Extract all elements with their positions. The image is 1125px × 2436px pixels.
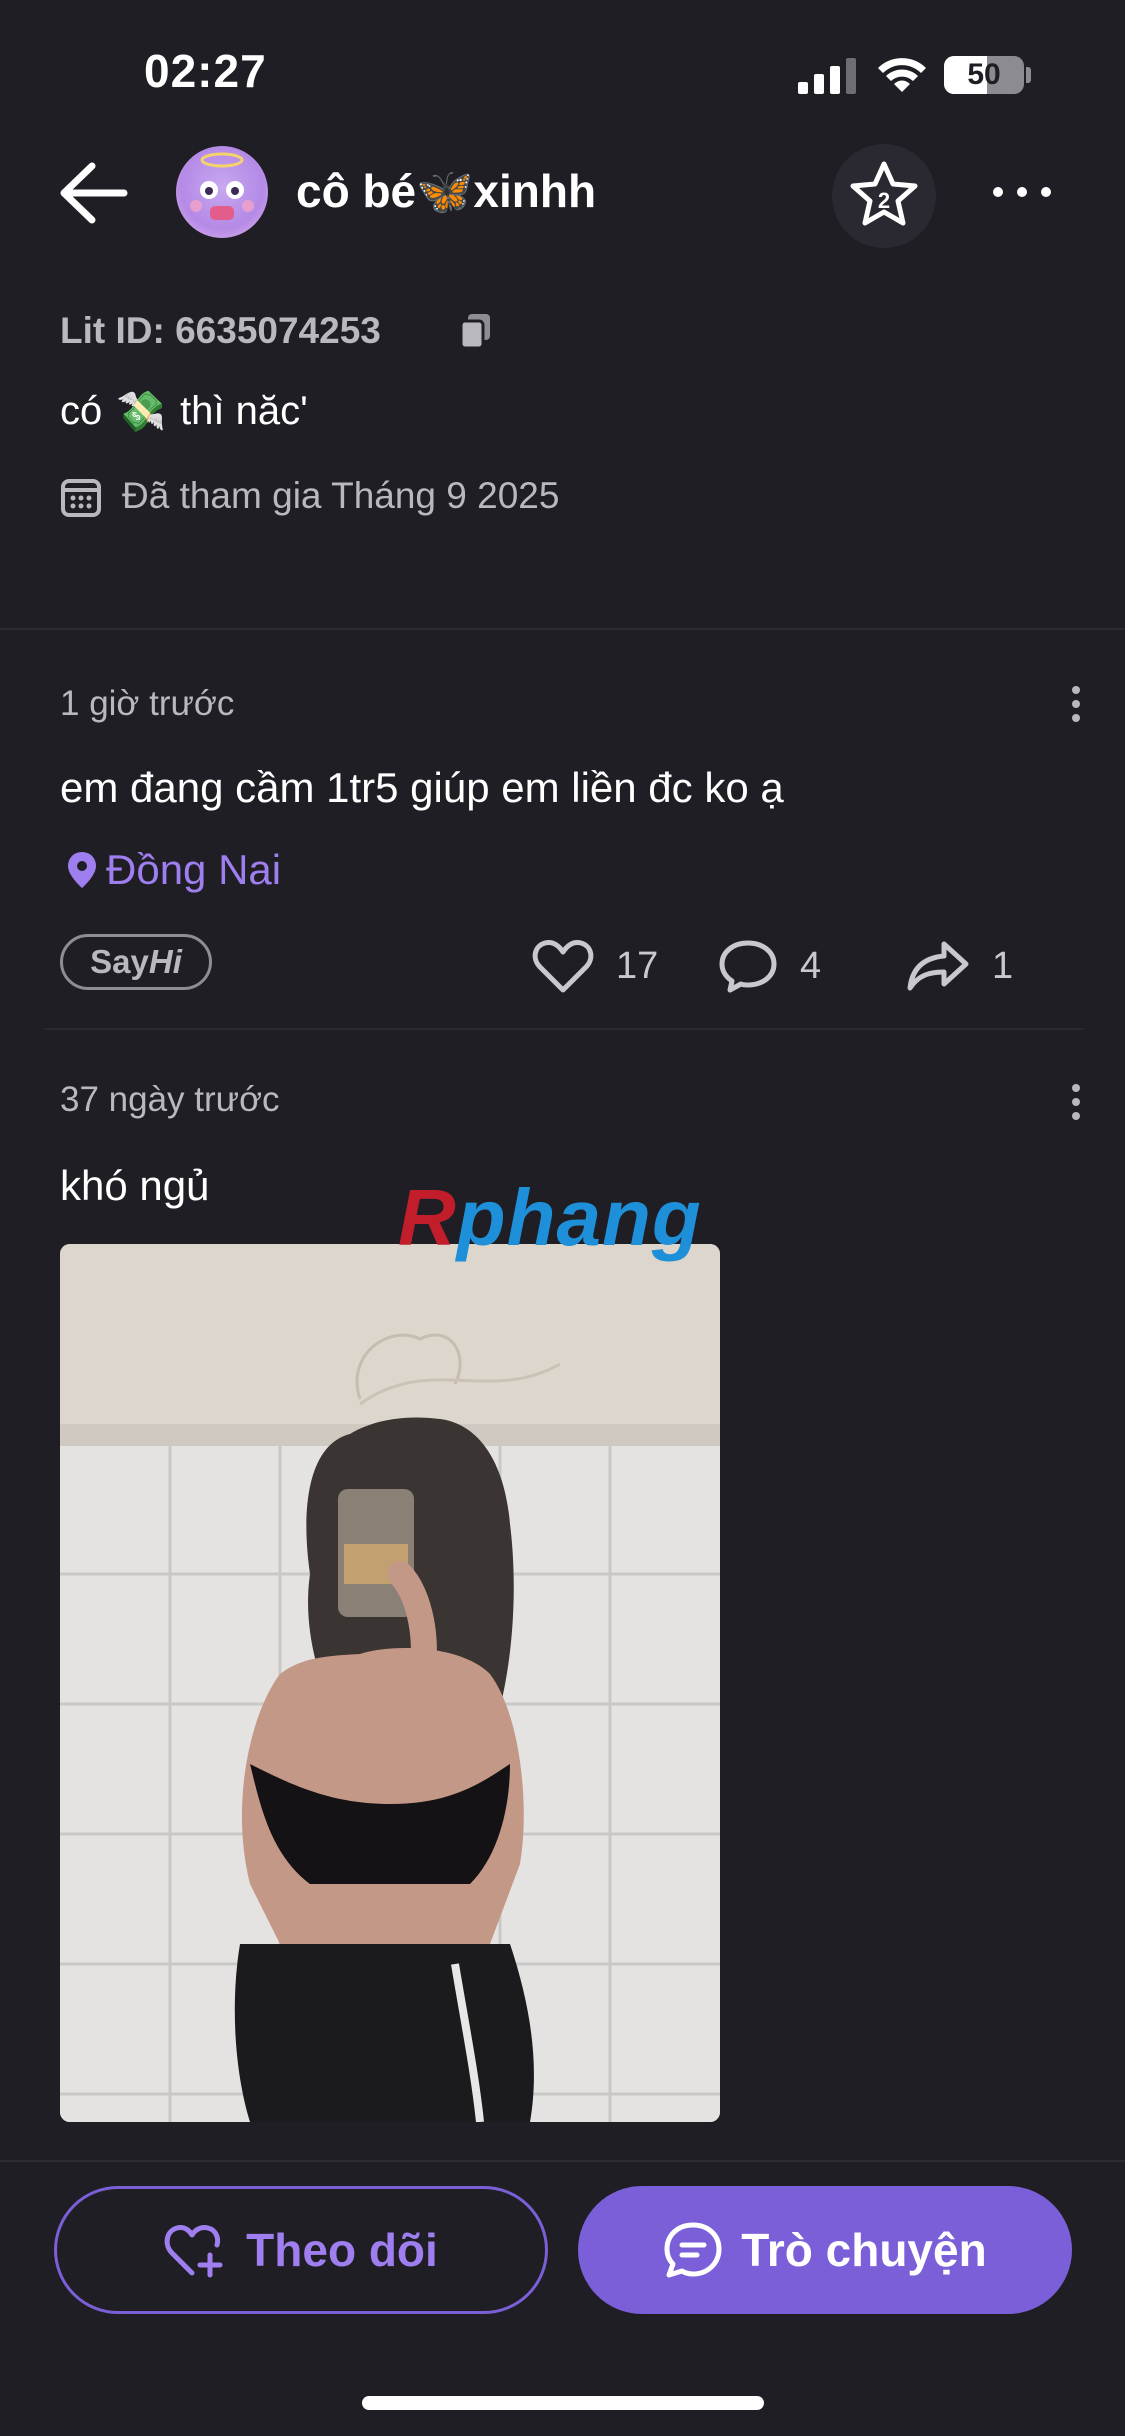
post-location[interactable]: Đồng Nai bbox=[64, 846, 281, 894]
home-indicator[interactable] bbox=[362, 2396, 764, 2410]
like-button[interactable]: 17 bbox=[532, 938, 658, 994]
heart-icon bbox=[532, 940, 594, 993]
chat-label: Trò chuyện bbox=[741, 2224, 987, 2276]
post-time: 1 giờ trước bbox=[60, 684, 235, 723]
more-options-icon[interactable] bbox=[990, 168, 1054, 216]
money-wings-emoji: 💸 bbox=[116, 390, 167, 434]
comment-button[interactable]: 4 bbox=[718, 938, 821, 994]
mirror-selfie-image bbox=[60, 1244, 720, 2122]
sayhi-say: Say bbox=[90, 943, 149, 980]
bio-suffix: thì năc' bbox=[180, 389, 308, 433]
post-more-icon[interactable] bbox=[1064, 684, 1088, 724]
post-time: 37 ngày trước bbox=[60, 1080, 280, 1119]
watermark: Rphang bbox=[398, 1172, 702, 1264]
back-arrow-icon[interactable] bbox=[56, 158, 132, 228]
sayhi-badge[interactable]: Say Hi bbox=[60, 934, 212, 990]
battery-indicator: 50 bbox=[944, 56, 1024, 94]
avatar[interactable] bbox=[176, 146, 268, 238]
chat-button[interactable]: Trò chuyện bbox=[578, 2186, 1072, 2314]
profile-name: cô bé🦋xinhh bbox=[296, 165, 597, 217]
location-label: Đồng Nai bbox=[106, 846, 282, 893]
follow-button[interactable]: Theo dõi bbox=[54, 2186, 548, 2314]
battery-nub bbox=[1026, 67, 1031, 83]
star-icon: 2 bbox=[850, 161, 918, 226]
lit-id: Lit ID: 6635074253 bbox=[60, 310, 381, 351]
chat-bubble-icon bbox=[664, 2222, 722, 2278]
avatar-illustration bbox=[190, 152, 254, 220]
post-text: em đang cầm 1tr5 giúp em liền đc ko ạ bbox=[60, 764, 784, 811]
comment-count: 4 bbox=[800, 944, 822, 987]
bio-prefix: có bbox=[60, 389, 103, 433]
post-more-icon[interactable] bbox=[1064, 1082, 1088, 1122]
watermark-rest: phang bbox=[456, 1173, 702, 1262]
joined-date: Đã tham gia Tháng 9 2025 bbox=[122, 475, 560, 516]
wifi-icon bbox=[878, 58, 926, 92]
favorite-button[interactable]: 2 bbox=[832, 144, 936, 248]
follow-label: Theo dõi bbox=[246, 2224, 438, 2276]
post-text: khó ngủ bbox=[60, 1162, 210, 1209]
post-divider bbox=[44, 1028, 1084, 1030]
profile-bio: có 💸 thì năc' bbox=[60, 388, 308, 435]
share-button[interactable]: 1 bbox=[906, 938, 1013, 994]
cellular-signal-icon bbox=[798, 58, 856, 94]
heart-plus-icon bbox=[164, 2225, 223, 2278]
comment-bubble-icon bbox=[719, 940, 777, 993]
sayhi-hi: Hi bbox=[148, 943, 182, 980]
section-divider bbox=[0, 628, 1125, 630]
status-time: 02:27 bbox=[144, 45, 267, 97]
svg-text:2: 2 bbox=[878, 188, 890, 213]
location-pin-icon bbox=[68, 852, 96, 888]
share-arrow-icon bbox=[907, 941, 969, 991]
post-photo[interactable] bbox=[60, 1244, 720, 2122]
watermark-first: R bbox=[398, 1173, 457, 1262]
like-count: 17 bbox=[616, 944, 659, 987]
battery-level: 50 bbox=[967, 58, 1001, 91]
calendar-icon bbox=[61, 479, 101, 517]
bottom-divider bbox=[0, 2160, 1125, 2162]
copy-icon[interactable] bbox=[458, 312, 494, 350]
share-count: 1 bbox=[992, 944, 1014, 987]
